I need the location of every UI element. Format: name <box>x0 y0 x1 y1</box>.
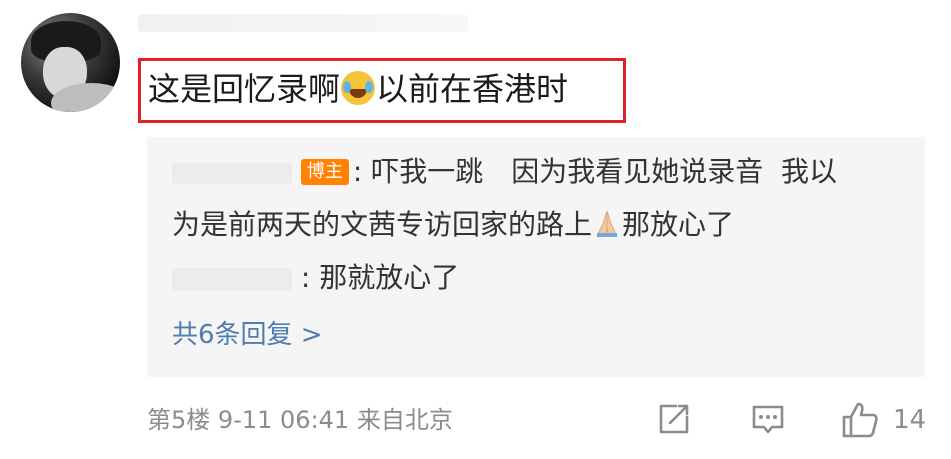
reply-line-3: : 那就放心了 <box>172 258 459 298</box>
thumbs-up-icon[interactable] <box>840 400 880 440</box>
reply-2-text-part2: 那放心了 <box>622 208 735 241</box>
reply-1-text: : 吓我一跳 因为我看见她说录音 我以 <box>352 155 838 188</box>
reply-username-blurred[interactable] <box>172 268 292 290</box>
reply-line-1: 博主: 吓我一跳 因为我看见她说录音 我以 <box>172 152 837 192</box>
comment-icon[interactable] <box>750 402 786 438</box>
praying-hands-emoji <box>597 210 618 237</box>
reply-username-blurred[interactable] <box>172 162 292 184</box>
share-icon[interactable] <box>657 402 691 436</box>
reply-line-2: 为是前两天的文茜专访回家的路上 那放心了 <box>172 205 734 245</box>
comment-meta: 第5楼 9-11 06:41 来自北京 <box>147 400 453 440</box>
username-blurred[interactable] <box>138 14 468 32</box>
laughing-tears-emoji <box>341 71 376 105</box>
comment-text-part1: 这是回忆录啊 <box>148 70 341 108</box>
reply-3-text: : 那就放心了 <box>300 261 460 294</box>
floor-number: 第5楼 <box>147 406 211 434</box>
like-count: 14 <box>893 405 927 435</box>
author-badge: 博主 <box>300 159 349 185</box>
comment-text: 这是回忆录啊 以前在香港时 <box>148 67 568 111</box>
reply-2-text-part1: 为是前两天的文茜专访回家的路上 <box>172 208 593 241</box>
more-replies-link[interactable]: 共6条回复 > <box>172 315 323 355</box>
avatar[interactable] <box>21 13 120 112</box>
reply-box: 博主: 吓我一跳 因为我看见她说录音 我以 为是前两天的文茜专访回家的路上 那放… <box>147 137 925 377</box>
comment-time: 06:41 <box>280 406 350 434</box>
comment-date: 9-11 <box>217 406 273 434</box>
comment-text-part2: 以前在香港时 <box>376 70 569 108</box>
comment-location: 来自北京 <box>356 406 453 434</box>
